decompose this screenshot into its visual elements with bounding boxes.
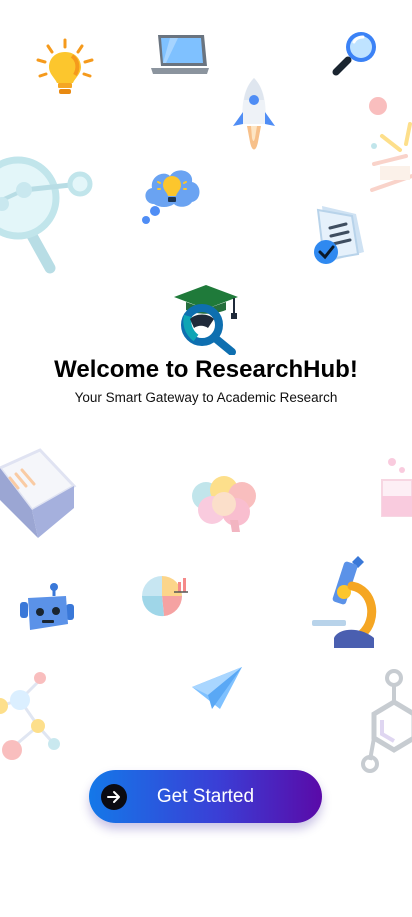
laptop-icon	[151, 35, 209, 74]
open-book-icon	[0, 448, 77, 538]
rocket-icon	[233, 78, 275, 150]
molecule-magnifier-icon	[0, 156, 93, 274]
flask-icon	[381, 458, 412, 517]
hexagon-molecule-icon	[361, 669, 412, 773]
researchhub-logo	[174, 285, 238, 355]
brain-icon	[192, 476, 256, 532]
microscope-icon	[312, 556, 377, 648]
welcome-subtitle: Your Smart Gateway to Academic Research	[74, 390, 338, 405]
get-started-button[interactable]: Get Started	[89, 770, 322, 823]
robot-icon	[20, 583, 74, 630]
welcome-screen: Welcome to ResearchHub! Your Smart Gatew…	[0, 0, 412, 917]
molecule-icon	[0, 672, 60, 760]
idea-cloud-icon	[142, 170, 200, 224]
lightbulb-icon	[36, 38, 94, 94]
welcome-title: Welcome to ResearchHub!	[54, 356, 358, 383]
get-started-label: Get Started	[156, 785, 255, 807]
arrow-right-icon	[101, 783, 127, 810]
magnifier-icon	[332, 32, 376, 76]
paper-plane-icon	[192, 667, 242, 709]
pie-chart-icon	[141, 576, 188, 617]
document-check-icon	[314, 206, 364, 264]
confetti-icon	[369, 97, 412, 192]
